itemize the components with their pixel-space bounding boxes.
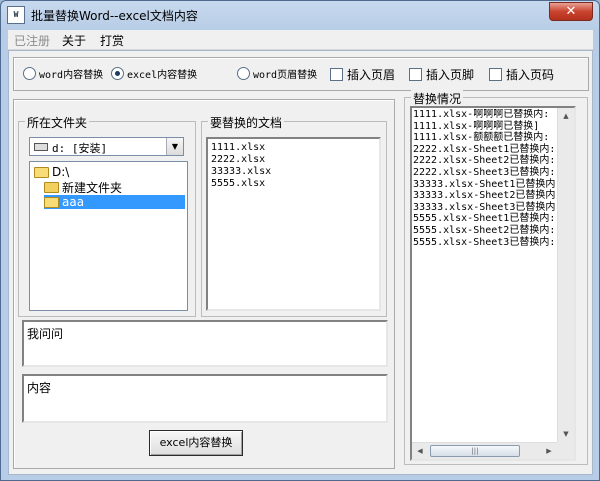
radio-excel-content-label: excel内容替换 — [127, 70, 198, 81]
files-group-label: 要替换的文档 — [208, 114, 285, 131]
file-item[interactable]: 5555.xlsx — [211, 178, 376, 190]
tree-item-root[interactable]: D:\ — [34, 165, 69, 179]
menu-about[interactable]: 关于 — [60, 32, 88, 49]
log-line: 1111.xlsx-额额额已替换内: — [413, 132, 550, 144]
radio-excel-content[interactable]: excel内容替换 — [111, 66, 197, 81]
app-icon: W — [7, 6, 25, 24]
log-line: 5555.xlsx-Sheet3已替换内: — [413, 236, 556, 248]
checkbox-insert-page-number[interactable]: 插入页码 — [489, 66, 554, 83]
log-list[interactable]: 1111.xlsx-啊啊啊已替换内: 1111.xlsx-啊啊啊已替换] 111… — [410, 106, 576, 461]
menu-donate[interactable]: 打赏 — [98, 32, 126, 49]
log-line: 5555.xlsx-Sheet2已替换内: — [413, 224, 556, 236]
log-line: 1111.xlsx-啊啊啊已替换] — [413, 120, 540, 132]
log-line: 33333.xlsx-Sheet3已替换内 — [413, 201, 556, 213]
radio-excel-content-dot[interactable] — [111, 67, 124, 80]
menu-bar: 已注册 关于 打赏 — [8, 30, 593, 50]
checkbox-insert-footer-label: 插入页脚 — [426, 68, 475, 82]
log-horizontal-scrollbar[interactable]: ◀ ||| ▶ — [412, 442, 557, 459]
scroll-right-icon[interactable]: ▶ — [541, 443, 557, 459]
drive-icon — [34, 143, 48, 151]
radio-word-content[interactable]: word内容替换 — [23, 66, 103, 81]
checkbox-insert-page-number-label: 插入页码 — [506, 68, 555, 82]
scroll-up-icon[interactable]: ▲ — [558, 108, 574, 124]
log-line: 1111.xlsx-啊啊啊已替换内: — [413, 109, 550, 120]
client-area: word内容替换 excel内容替换 word页眉替换 插入页眉 插入页脚 插入… — [8, 50, 593, 475]
window-title: 批量替换Word--excel文档内容 — [31, 9, 198, 23]
checkbox-insert-header[interactable]: 插入页眉 — [330, 66, 395, 83]
tree-item-new-folder-label: 新建文件夹 — [62, 180, 123, 195]
checkbox-insert-footer[interactable]: 插入页脚 — [409, 66, 474, 83]
main-window: W 批量替换Word--excel文档内容 ✕ 已注册 关于 打赏 word内容… — [0, 0, 600, 481]
radio-word-header-label: word页眉替换 — [253, 70, 318, 81]
find-text-input[interactable]: 我问问 — [22, 320, 388, 367]
radio-word-content-dot[interactable] — [23, 67, 36, 80]
folder-icon — [44, 181, 59, 193]
tree-item-new-folder[interactable]: 新建文件夹 — [44, 180, 123, 195]
chevron-down-icon[interactable]: ▼ — [166, 138, 183, 155]
radio-word-header-dot[interactable] — [237, 67, 250, 80]
scroll-left-icon[interactable]: ◀ — [412, 443, 428, 459]
log-content: 1111.xlsx-啊啊啊已替换内: 1111.xlsx-啊啊啊已替换] 111… — [413, 109, 556, 439]
log-line: 2222.xlsx-Sheet2已替换内: — [413, 155, 556, 167]
radio-word-content-label: word内容替换 — [39, 70, 104, 81]
file-item[interactable]: 1111.xlsx — [211, 142, 376, 154]
log-line: 33333.xlsx-Sheet2已替换内 — [413, 190, 556, 202]
scroll-down-icon[interactable]: ▼ — [558, 426, 574, 442]
folder-group-label: 所在文件夹 — [25, 114, 90, 131]
log-line: 2222.xlsx-Sheet3已替换内: — [413, 166, 556, 178]
title-bar[interactable]: W 批量替换Word--excel文档内容 ✕ — [1, 1, 599, 29]
log-line: 33333.xlsx-Sheet1已替换内 — [413, 178, 556, 190]
checkbox-insert-footer-box[interactable] — [409, 68, 422, 81]
scrollbar-thumb[interactable]: ||| — [430, 445, 520, 457]
tree-item-aaa-label: aaa — [62, 195, 85, 209]
folder-open-icon — [34, 166, 49, 178]
excel-replace-button[interactable]: excel内容替换 — [149, 430, 243, 456]
drive-select[interactable]: d: [安装] ▼ — [29, 137, 184, 156]
replace-text-input[interactable]: 内容 — [22, 374, 388, 423]
folder-open-icon — [44, 196, 59, 208]
tree-item-aaa[interactable]: aaa — [44, 195, 185, 209]
checkbox-insert-page-number-box[interactable] — [489, 68, 502, 81]
log-line: 2222.xlsx-Sheet1已替换内: — [413, 143, 556, 155]
drive-select-value: d: [安装] — [52, 142, 108, 155]
log-vertical-scrollbar[interactable]: ▲ ▼ — [557, 108, 574, 442]
log-line: 5555.xlsx-Sheet1已替换内: — [413, 213, 556, 225]
radio-word-header[interactable]: word页眉替换 — [237, 66, 317, 81]
file-item[interactable]: 2222.xlsx — [211, 154, 376, 166]
folder-tree[interactable]: D:\ 新建文件夹 aaa — [29, 161, 188, 311]
close-button[interactable]: ✕ — [549, 2, 593, 21]
checkbox-insert-header-box[interactable] — [330, 68, 343, 81]
checkbox-insert-header-label: 插入页眉 — [347, 68, 396, 82]
file-item[interactable]: 33333.xlsx — [211, 166, 376, 178]
scrollbar-corner — [557, 442, 574, 459]
tree-item-root-label: D:\ — [52, 165, 70, 179]
files-list[interactable]: 1111.xlsx 2222.xlsx 33333.xlsx 5555.xlsx — [206, 137, 381, 311]
menu-registered[interactable]: 已注册 — [12, 32, 52, 49]
log-group-label: 替换情况 — [411, 90, 464, 107]
